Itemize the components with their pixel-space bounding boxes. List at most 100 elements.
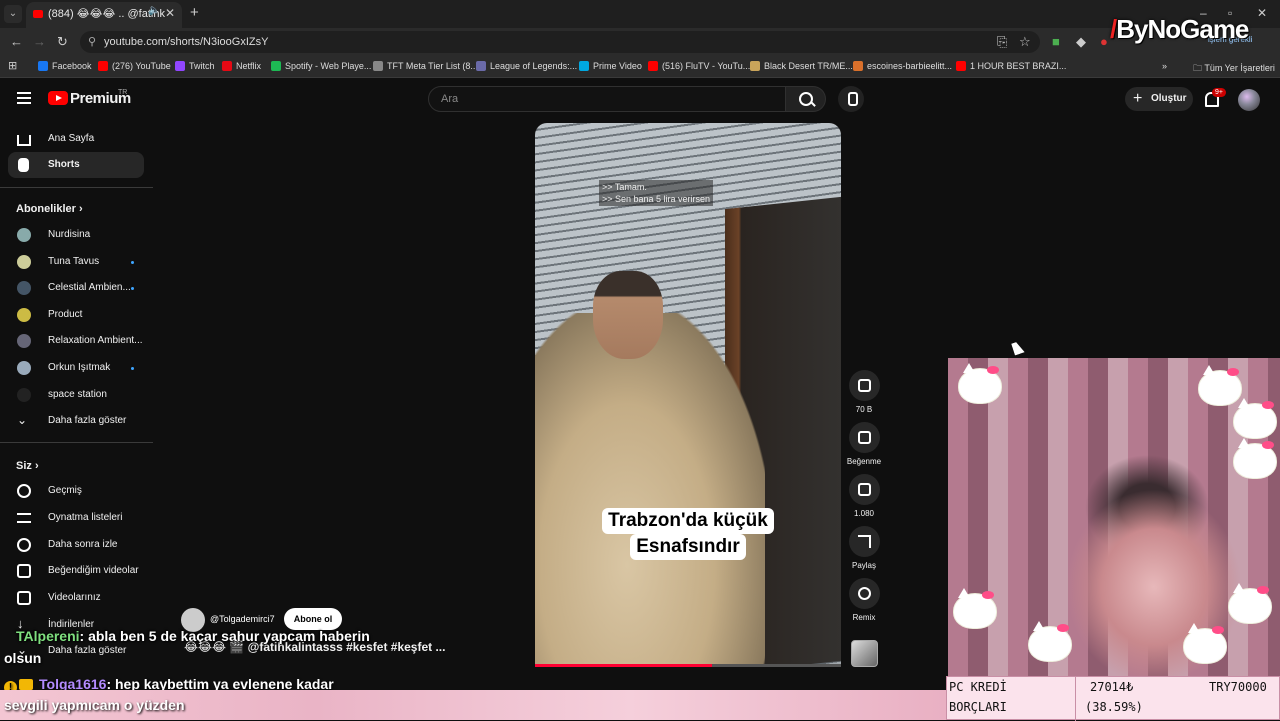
hello-kitty-sticker (1233, 438, 1277, 479)
sidebar-item-playlists[interactable]: Oynatma listeleri (8, 505, 144, 531)
bookmarks-overflow-icon[interactable]: » (1162, 61, 1167, 71)
tab-search-button[interactable]: ⌄ (4, 5, 22, 23)
channel-avatar (17, 334, 31, 348)
sidebar-item-home[interactable]: Ana Sayfa (8, 126, 144, 152)
all-bookmarks[interactable]: 🗀 Tüm Yer İşaretleri (1193, 61, 1275, 77)
show-more-subscriptions[interactable]: ⌄ Daha fazla göster (8, 408, 144, 434)
thumbs-down-icon (858, 431, 871, 444)
chat-message: TAlpereni: abla ben 5 de kaçar sahur yap… (16, 628, 370, 644)
video-subtitle: >> Tamam. >> Sen bana 5 lira verirsen (599, 180, 714, 206)
sound-thumbnail[interactable] (851, 640, 878, 667)
sidebar-item-watch-later[interactable]: Daha sonra izle (8, 532, 144, 558)
bookmark-item[interactable]: Facebook (38, 61, 92, 71)
extension-icon[interactable]: ● (1100, 34, 1108, 49)
like-count: 70 B (855, 405, 873, 414)
new-tab-button[interactable]: + (190, 4, 199, 21)
sidebar-item-subscription[interactable]: Product (8, 302, 144, 328)
share-label: Paylaş (851, 561, 876, 570)
comments-button[interactable] (849, 474, 880, 505)
chevron-down-icon: ⌄ (17, 413, 28, 427)
you-header[interactable]: Siz › (16, 460, 39, 472)
sidebar-item-your-videos[interactable]: Videolarınız (8, 585, 144, 611)
chat-text: : abla ben 5 de kaçar sahur yapcam haber… (79, 628, 370, 644)
sidebar-item-subscription[interactable]: Relaxation Ambient... (8, 328, 144, 354)
tab-close-icon[interactable]: ✕ (165, 6, 175, 20)
reload-icon[interactable]: ↻ (57, 34, 68, 50)
new-content-dot (131, 367, 134, 370)
bookmark-item[interactable]: Black Desert TR/ME... (750, 61, 853, 71)
forward-icon[interactable]: → (33, 34, 46, 49)
url-text: youtube.com/shorts/N3iooGxIZsY (104, 36, 269, 48)
browser-tab-bar: ⌄ (884) 😂😂😂 .. @fatihk 🔈 ✕ + – ▫ ✕ (0, 0, 1280, 28)
sidebar-item-subscription[interactable]: Celestial Ambien... (8, 275, 144, 301)
short-video-player[interactable]: >> Tamam. >> Sen bana 5 lira verirsen Tr… (535, 123, 841, 667)
folder-icon: 🗀 (1193, 63, 1205, 73)
youtube-logo-icon[interactable] (48, 91, 68, 105)
share-icon (858, 535, 871, 548)
sidebar-item-shorts[interactable]: Shorts (8, 152, 144, 178)
subscriptions-header[interactable]: Abonelikler › (16, 203, 83, 215)
sidebar-item-liked-videos[interactable]: Beğendiğim videolar (8, 558, 144, 584)
channel-avatar (17, 308, 31, 322)
search-button[interactable] (786, 86, 826, 112)
sidebar-item-subscription[interactable]: Orkun Işıtmak (8, 355, 144, 381)
goal-label-line-2: BORÇLARI (949, 700, 1007, 714)
goal-target: TRY70000 (1209, 680, 1267, 694)
bookmark-item[interactable]: League of Legends:... (476, 61, 577, 71)
bookmark-item[interactable]: (276) YouTube (98, 61, 171, 71)
chevron-right-icon: › (78, 203, 83, 215)
channel-avatar (17, 281, 31, 295)
bookmark-item[interactable]: (516) FluTV - YouTu... (648, 61, 750, 71)
avatar[interactable] (1238, 89, 1260, 111)
bookmark-star-icon[interactable]: ☆ (1019, 34, 1031, 50)
address-bar[interactable]: ⚲ youtube.com/shorts/N3iooGxIZsY (80, 31, 1040, 53)
menu-icon[interactable] (17, 92, 31, 104)
hello-kitty-sticker (1228, 583, 1272, 624)
create-button[interactable]: + Oluştur (1125, 87, 1193, 111)
caption-line-2: Esnafsındır (630, 534, 746, 560)
new-content-dot (131, 287, 134, 290)
sidebar-item-subscription[interactable]: Nurdisina (8, 222, 144, 248)
mouse-cursor-icon (1011, 340, 1025, 356)
extension-icon[interactable]: ■ (1052, 34, 1060, 49)
back-icon[interactable]: ← (10, 34, 23, 49)
extension-icon[interactable]: ◆ (1076, 34, 1086, 50)
channel-name[interactable]: @Tolgademirci7 (210, 614, 275, 624)
subscribe-button[interactable]: Abone ol (284, 608, 342, 630)
comment-icon (858, 483, 871, 496)
new-content-dot (131, 261, 134, 264)
like-button[interactable] (849, 370, 880, 401)
bookmark-item[interactable]: Prime Video (579, 61, 642, 71)
sidebar-item-subscription[interactable]: Tuna Tavus (8, 249, 144, 275)
video-scene-head (593, 271, 663, 359)
bookmark-item[interactable]: TFT Meta Tier List (8... (373, 61, 478, 71)
voice-search-button[interactable] (838, 86, 864, 112)
sidebar-item-history[interactable]: Geçmiş (8, 478, 144, 504)
bookmark-item[interactable]: 1 HOUR BEST BRAZI... (956, 61, 1066, 71)
channel-avatar (17, 361, 31, 375)
hello-kitty-sticker (1028, 621, 1072, 662)
hello-kitty-sticker (1183, 623, 1227, 664)
home-icon (17, 135, 31, 146)
search-input[interactable]: Ara (428, 86, 786, 112)
youtube-favicon-icon (33, 10, 43, 18)
bookmark-item[interactable]: Twitch (175, 61, 215, 71)
remix-button[interactable] (849, 578, 880, 609)
close-window-icon[interactable]: ✕ (1257, 6, 1267, 20)
site-info-icon[interactable]: ⚲ (88, 31, 96, 53)
channel-avatar (17, 388, 31, 402)
bookmark-item[interactable]: Netflix (222, 61, 261, 71)
speaker-icon[interactable]: 🔈 (148, 5, 160, 16)
youtube-header: Premium TR Ara + Oluştur 9+ (0, 80, 1280, 120)
bookmark-item[interactable]: Spotify - Web Playe... (271, 61, 371, 71)
video-scene-person (535, 313, 765, 667)
dislike-button[interactable] (849, 422, 880, 453)
chevron-right-icon: › (34, 460, 39, 472)
bookmark-item[interactable]: escoines-barbieelitt... (853, 61, 952, 71)
install-icon[interactable]: ⎘ (997, 34, 1007, 50)
share-button[interactable] (849, 526, 880, 557)
video-progress-bar[interactable] (535, 664, 841, 667)
sidebar-item-subscription[interactable]: space station (8, 382, 144, 408)
hello-kitty-sticker (953, 588, 997, 629)
apps-grid-icon[interactable]: ⊞ (8, 59, 17, 72)
